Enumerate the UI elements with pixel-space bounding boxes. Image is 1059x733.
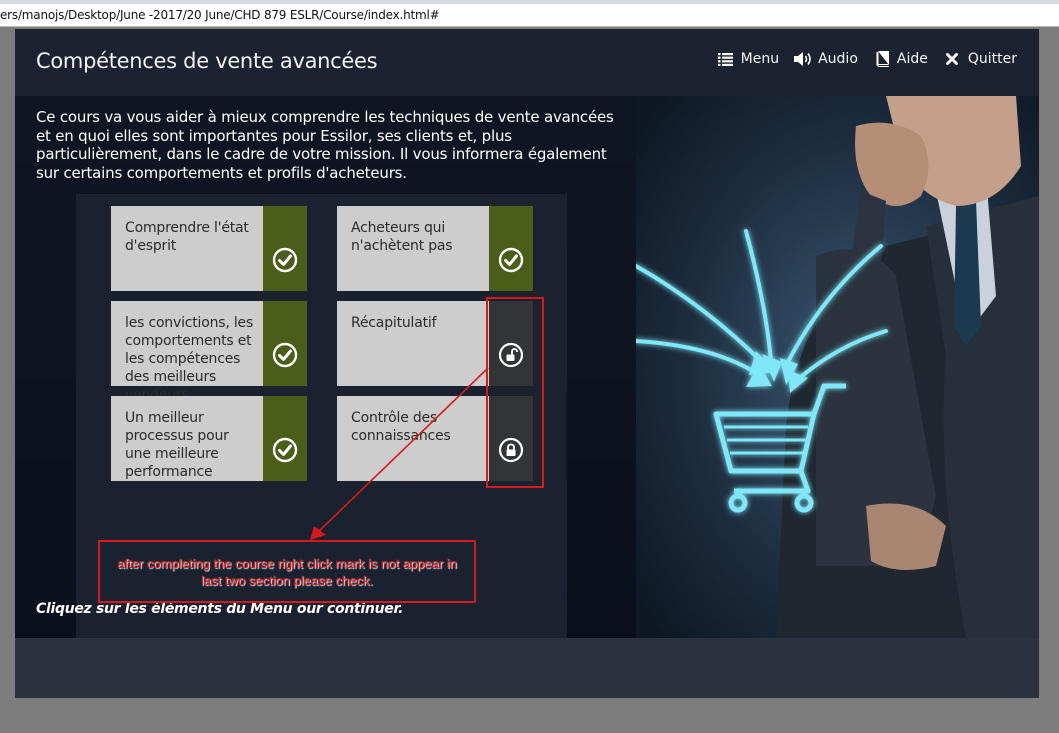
module-label: Comprendre l'état d'esprit (125, 220, 249, 254)
module-label: Un meilleur processus pour une meilleure… (125, 410, 229, 480)
list-icon (717, 52, 733, 66)
instruction-text: Cliquez sur les éléments du Menu our con… (36, 601, 404, 617)
check-circle-icon (272, 437, 298, 468)
highlight-box (486, 297, 544, 488)
module-label: Contrôle des connaissances (351, 410, 451, 444)
module-status (263, 206, 307, 291)
address-url[interactable]: ers/manojs/Desktop/June -2017/20 June/CH… (0, 8, 440, 22)
annotation-text: after completing the course right click … (117, 556, 457, 588)
course-header: Compétences de vente avancées Menu Audio… (15, 29, 1039, 96)
audio-button[interactable]: Audio (793, 51, 858, 67)
intro-text: Ce cours va vous aider à mieux comprendr… (36, 108, 614, 182)
address-bar[interactable]: ers/manojs/Desktop/June -2017/20 June/CH… (0, 0, 1059, 27)
menu-button[interactable]: Menu (717, 51, 780, 67)
hero-image (636, 96, 1039, 638)
check-circle-icon (498, 247, 524, 278)
menu-label: Menu (740, 51, 780, 67)
businessman-cart-illustration (636, 96, 1039, 638)
module-label: Acheteurs qui n'achètent pas (351, 220, 453, 254)
help-label: Aide (896, 51, 928, 67)
module-tile[interactable]: les convictions, les comportements et le… (111, 301, 307, 403)
module-label: les convictions, les comportements et le… (125, 315, 254, 403)
book-icon (876, 51, 889, 67)
speaker-icon (793, 51, 813, 67)
module-status (263, 301, 307, 386)
window-chrome-strip (0, 0, 1059, 4)
course-footer-bar (15, 638, 1039, 698)
quit-button[interactable]: Quitter (942, 51, 1017, 67)
help-button[interactable]: Aide (872, 51, 928, 67)
course-title: Compétences de vente avancées (36, 49, 378, 73)
module-status (263, 396, 307, 481)
module-status (489, 206, 533, 291)
close-icon (945, 53, 958, 65)
module-tile[interactable]: Acheteurs qui n'achètent pas (337, 206, 533, 291)
check-circle-icon (272, 342, 298, 373)
audio-label: Audio (818, 51, 858, 67)
quit-label: Quitter (967, 51, 1017, 67)
module-tile[interactable]: Comprendre l'état d'esprit (111, 206, 307, 291)
module-tile[interactable]: Un meilleur processus pour une meilleure… (111, 396, 307, 481)
header-nav: Menu Audio Aide Quitter (704, 51, 1017, 67)
module-label: Récapitulatif (351, 315, 437, 331)
check-circle-icon (272, 247, 298, 278)
